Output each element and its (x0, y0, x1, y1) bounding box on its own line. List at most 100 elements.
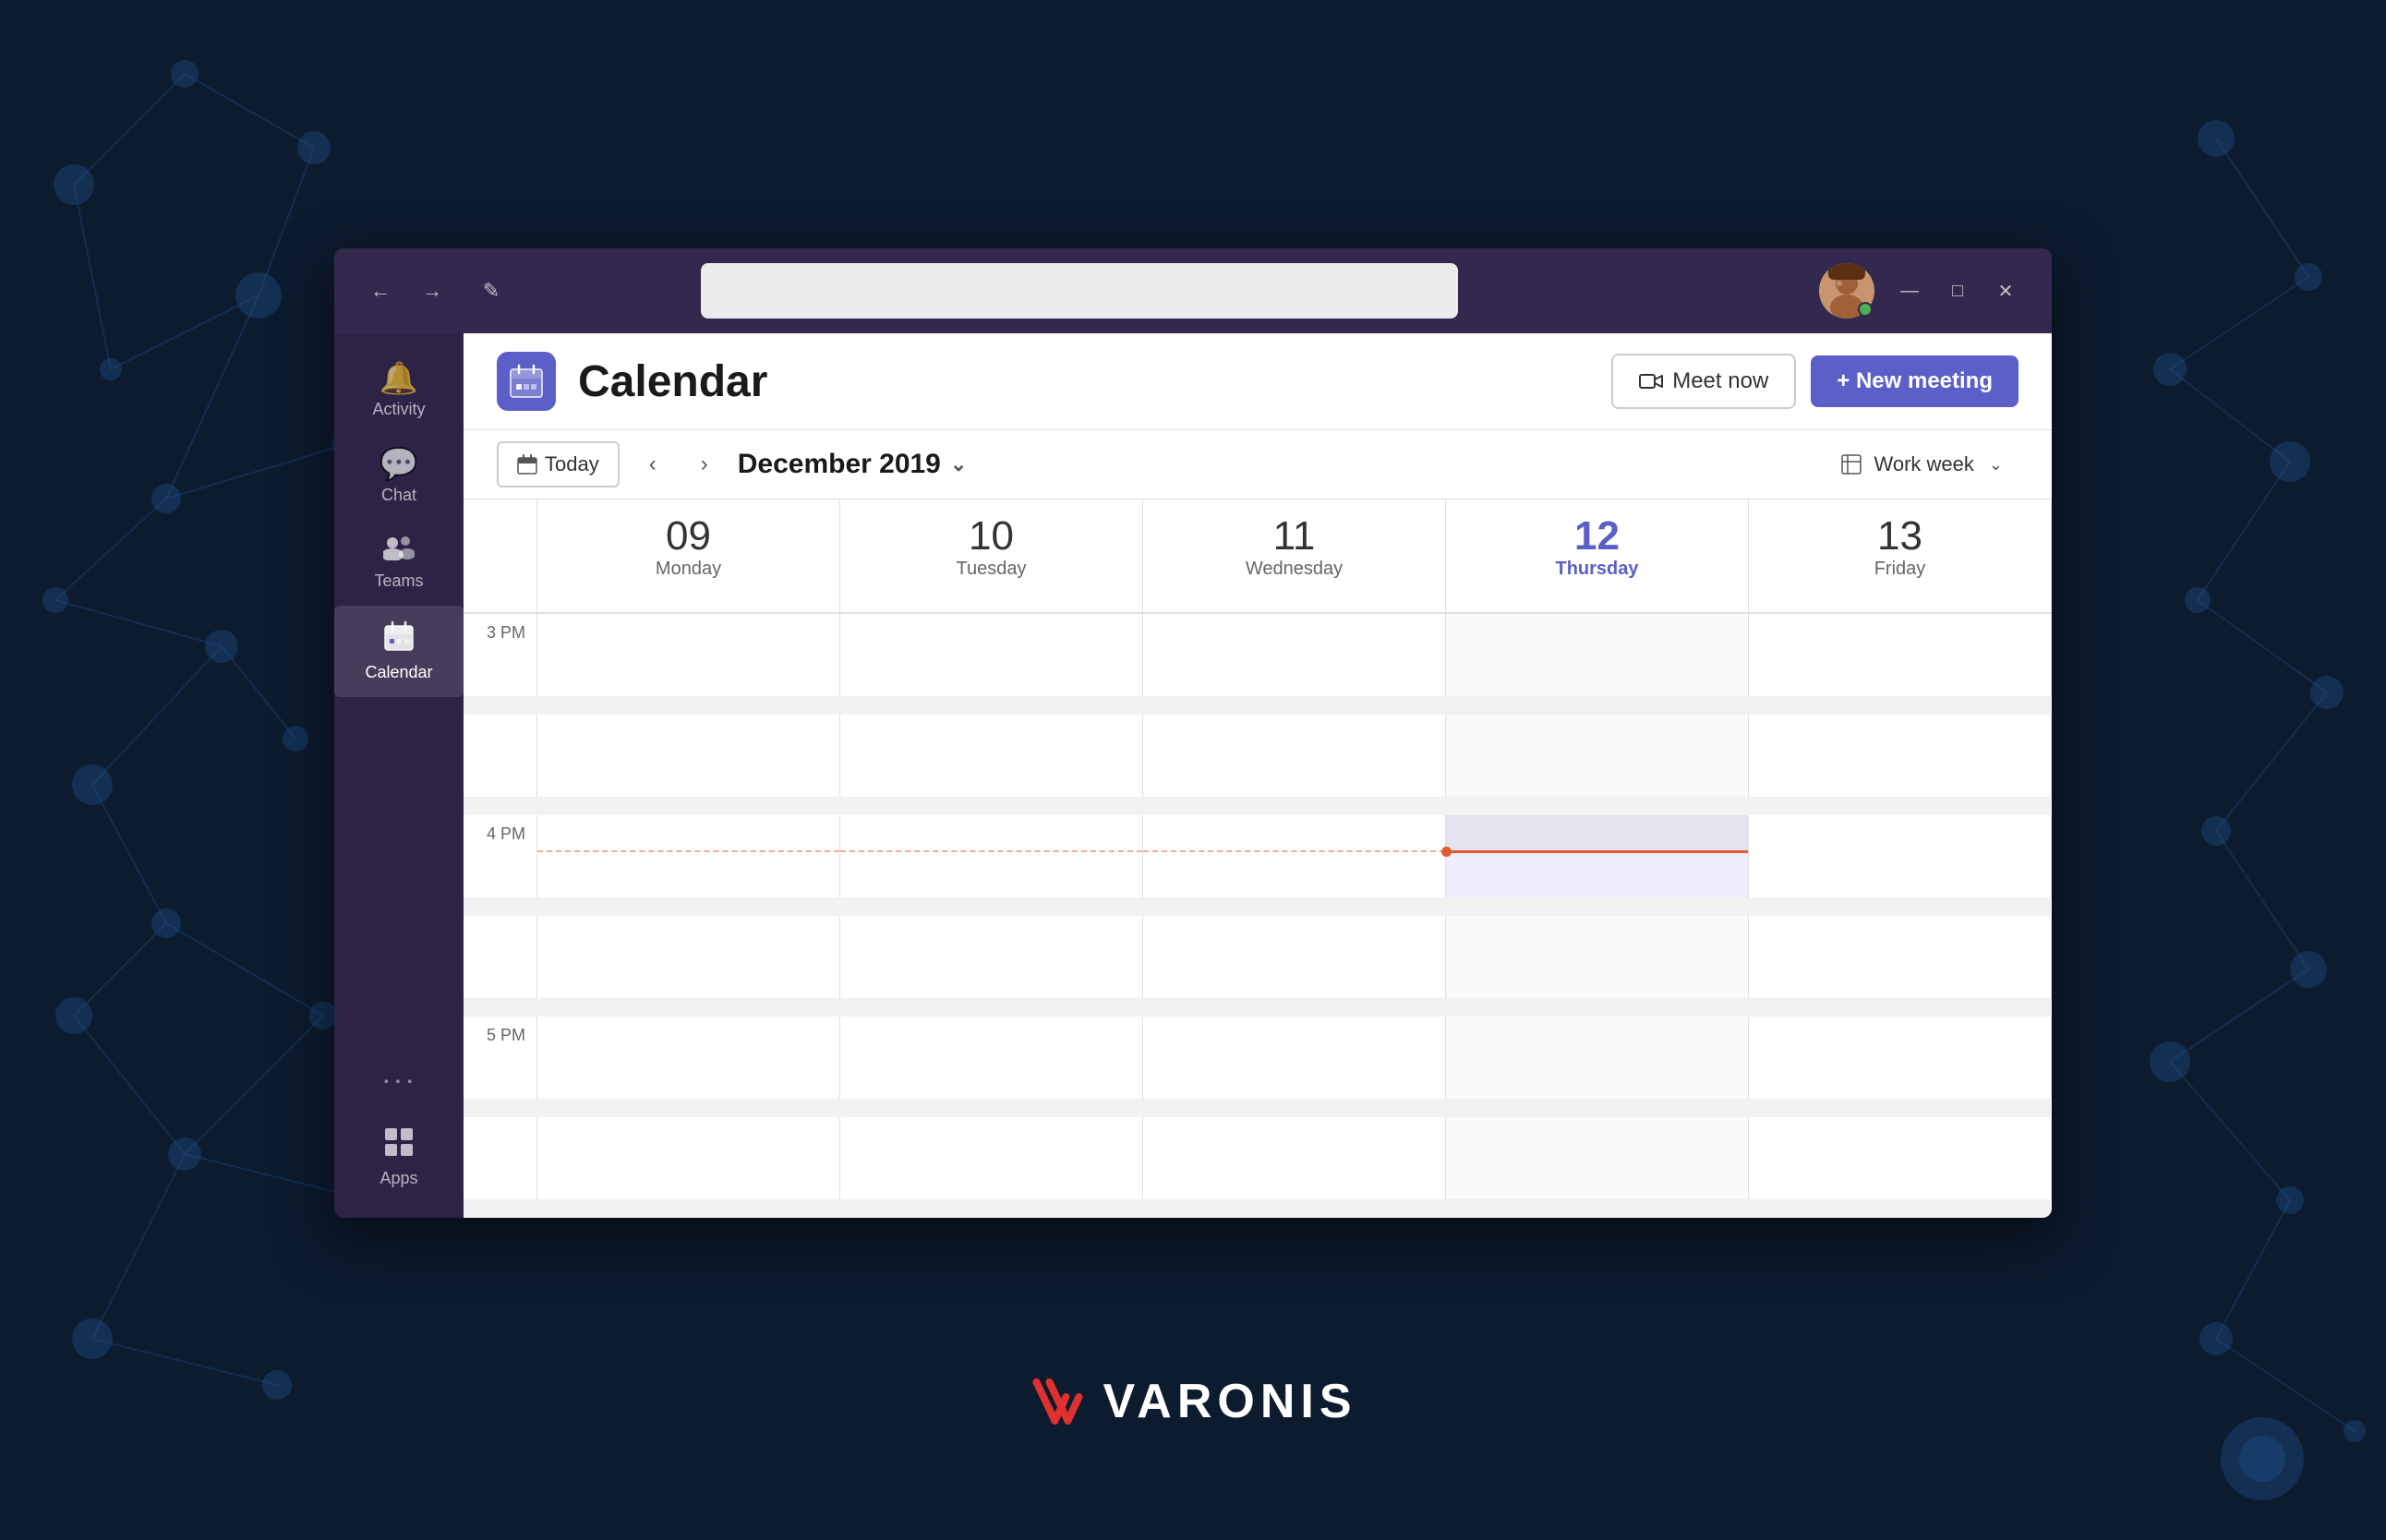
cell-4pm-fri[interactable] (1749, 815, 2052, 898)
window-controls: — □ ✕ (1889, 271, 2026, 311)
day-header-wed: 11 Wednesday (1143, 499, 1446, 614)
calendar-actions: Meet now + New meeting (1611, 354, 2018, 409)
month-year-selector[interactable]: December 2019 ⌄ (738, 449, 968, 480)
cell-4pm-wed[interactable] (1143, 815, 1446, 898)
cell-4pm-thu[interactable] (1446, 815, 1749, 898)
day-header-fri: 13 Friday (1749, 499, 2052, 614)
cell-530pm-tue[interactable] (840, 1117, 1143, 1200)
new-meeting-button[interactable]: + New meeting (1811, 355, 2018, 407)
cell-530pm-thu[interactable] (1446, 1117, 1749, 1200)
cell-430pm-fri[interactable] (1749, 916, 2052, 999)
calendar-toolbar: Today ‹ › December 2019 ⌄ Work week ⌄ (464, 430, 2052, 499)
meet-now-button[interactable]: Meet now (1611, 354, 1796, 409)
day-name-tue: Tuesday (859, 559, 1124, 580)
cell-3pm-mon[interactable] (537, 614, 840, 697)
calendar-header-icon (497, 352, 556, 411)
calendar-header: Calendar Meet now + New meeting (464, 333, 2052, 430)
avatar-status (1858, 302, 1873, 317)
day-num-mon: 09 (556, 514, 821, 559)
teams-icon (383, 535, 415, 566)
cell-3pm-fri[interactable] (1749, 614, 2052, 697)
cell-430pm-wed[interactable] (1143, 916, 1446, 999)
cell-4pm-mon[interactable] (537, 815, 840, 898)
sidebar-item-apps[interactable]: Apps (334, 1112, 464, 1203)
cell-330pm-wed[interactable] (1143, 715, 1446, 798)
main-content: 🔔 Activity 💬 Chat Teams (334, 333, 2052, 1218)
day-header-mon: 09 Monday (537, 499, 840, 614)
day-num-thu: 12 (1464, 514, 1729, 559)
next-week-button[interactable]: › (686, 446, 723, 483)
cell-530pm-mon[interactable] (537, 1117, 840, 1200)
sidebar-item-calendar[interactable]: Calendar (334, 606, 464, 697)
sidebar-more-button[interactable]: ··· (367, 1048, 431, 1112)
forward-button[interactable]: → (412, 271, 452, 311)
cell-430pm-thu[interactable] (1446, 916, 1749, 999)
varonis-label: VARONIS (1103, 1374, 1356, 1429)
view-chevron: ⌄ (1989, 455, 2003, 475)
sidebar-label-teams: Teams (374, 571, 423, 591)
view-label: Work week (1874, 452, 1974, 476)
day-header-tue: 10 Tuesday (840, 499, 1143, 614)
time-label-3pm: 3 PM (464, 614, 537, 697)
today-button[interactable]: Today (497, 441, 620, 487)
cell-5pm-thu[interactable] (1446, 1017, 1749, 1100)
time-gutter-header (464, 499, 537, 614)
view-selector[interactable]: Work week ⌄ (1826, 442, 2019, 487)
cell-430pm-tue[interactable] (840, 916, 1143, 999)
search-input[interactable] (723, 277, 1436, 306)
cell-4pm-tue[interactable] (840, 815, 1143, 898)
back-button[interactable]: ← (360, 271, 401, 311)
sidebar-item-chat[interactable]: 💬 Chat (334, 434, 464, 520)
prev-week-button[interactable]: ‹ (634, 446, 671, 483)
time-label-4pm: 4 PM (464, 815, 537, 898)
varonis-chevron-icon (1029, 1378, 1093, 1425)
compose-button[interactable]: ✎ (471, 271, 512, 311)
maximize-button[interactable]: □ (1937, 271, 1978, 311)
sidebar-item-teams[interactable]: Teams (334, 520, 464, 606)
time-label-430pm (464, 916, 537, 999)
cell-3pm-wed[interactable] (1143, 614, 1446, 697)
cell-330pm-tue[interactable] (840, 715, 1143, 798)
today-label: Today (545, 452, 599, 476)
user-avatar-container[interactable] (1819, 263, 1874, 319)
day-name-fri: Friday (1767, 559, 2032, 580)
cell-5pm-mon[interactable] (537, 1017, 840, 1100)
minimize-button[interactable]: — (1889, 271, 1930, 311)
sidebar-label-activity: Activity (372, 400, 425, 419)
chat-icon: 💬 (380, 449, 418, 480)
cell-530pm-fri[interactable] (1749, 1117, 2052, 1200)
day-num-wed: 11 (1162, 514, 1427, 559)
cell-3pm-thu[interactable] (1446, 614, 1749, 697)
cell-330pm-fri[interactable] (1749, 715, 2052, 798)
nav-buttons: ← → (360, 271, 452, 311)
cell-530pm-wed[interactable] (1143, 1117, 1446, 1200)
cell-5pm-fri[interactable] (1749, 1017, 2052, 1100)
time-label-330pm (464, 715, 537, 798)
title-bar-right: — □ ✕ (1819, 263, 2026, 319)
search-bar[interactable] (701, 263, 1458, 319)
title-bar: ← → ✎ — (334, 248, 2052, 333)
varonis-logo: VARONIS (1029, 1374, 1356, 1429)
sidebar-label-chat: Chat (381, 486, 416, 505)
calendar-grid: 09 Monday 10 Tuesday 11 Wednesday 12 Thu… (464, 499, 2052, 1218)
cell-430pm-mon[interactable] (537, 916, 840, 999)
day-name-thu: Thursday (1464, 559, 1729, 580)
calendar-grid-container: 09 Monday 10 Tuesday 11 Wednesday 12 Thu… (464, 499, 2052, 1218)
activity-icon: 🔔 (380, 363, 418, 394)
cell-5pm-tue[interactable] (840, 1017, 1143, 1100)
day-num-tue: 10 (859, 514, 1124, 559)
cell-3pm-tue[interactable] (840, 614, 1143, 697)
sidebar-label-apps: Apps (380, 1169, 417, 1188)
cell-5pm-wed[interactable] (1143, 1017, 1446, 1100)
day-header-thu: 12 Thursday (1446, 499, 1749, 614)
new-meeting-label: + New meeting (1837, 368, 1993, 394)
meet-now-label: Meet now (1672, 368, 1768, 394)
close-button[interactable]: ✕ (1985, 271, 2026, 311)
cell-330pm-thu[interactable] (1446, 715, 1749, 798)
apps-icon (383, 1126, 415, 1163)
sidebar-item-activity[interactable]: 🔔 Activity (334, 348, 464, 434)
cell-330pm-mon[interactable] (537, 715, 840, 798)
sidebar-label-calendar: Calendar (365, 663, 432, 682)
month-year-label: December 2019 (738, 449, 941, 480)
month-year-chevron: ⌄ (950, 452, 967, 476)
